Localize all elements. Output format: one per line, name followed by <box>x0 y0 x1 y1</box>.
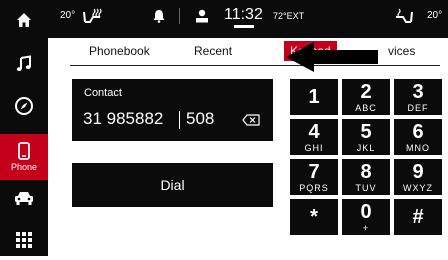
passenger-heated-seat-icon[interactable] <box>394 8 414 24</box>
key-digit: 9 <box>412 160 424 183</box>
tab-phonebook[interactable]: Phonebook <box>89 44 150 58</box>
key-letters: PQRS <box>299 182 329 193</box>
text-cursor <box>179 111 180 129</box>
key-digit: 0 <box>360 200 372 223</box>
bell-icon[interactable] <box>152 9 166 23</box>
annotation-arrow-icon <box>286 42 378 72</box>
user-profile-icon[interactable] <box>195 9 209 23</box>
key-hash[interactable]: # <box>394 199 442 235</box>
key-letters: WXYZ <box>403 182 433 193</box>
key-letters: ABC <box>355 102 377 113</box>
driver-temp: 20° <box>60 10 76 21</box>
key-digit: 3 <box>412 80 424 103</box>
key-1[interactable]: 1 <box>290 79 338 115</box>
dialed-number[interactable]: 31 985882 <box>83 109 163 129</box>
sidebar-item-music[interactable] <box>0 44 48 84</box>
key-letters: MNO <box>406 142 430 153</box>
tab-devices[interactable]: vices <box>388 44 415 58</box>
sidebar-item-apps[interactable] <box>0 220 48 260</box>
key-letters: + <box>362 222 370 233</box>
key-2[interactable]: 2 ABC <box>342 79 390 115</box>
pull-down-handle[interactable] <box>234 25 254 28</box>
contact-panel: Contact 31 985882 508 <box>72 79 273 141</box>
compass-icon <box>15 97 33 115</box>
key-5[interactable]: 5 JKL <box>342 119 390 155</box>
heated-seat-icon[interactable] <box>82 8 104 24</box>
sidebar-item-home[interactable] <box>0 0 48 40</box>
backspace-icon[interactable] <box>242 114 260 126</box>
key-digit: 2 <box>360 80 372 103</box>
sidebar-item-label: Phone <box>10 162 38 172</box>
key-8[interactable]: 8 TUV <box>342 159 390 195</box>
key-digit: # <box>412 206 424 228</box>
key-digit: 7 <box>308 160 320 183</box>
dialed-extension[interactable]: 508 <box>186 109 214 129</box>
key-letters: DEF <box>407 102 429 113</box>
key-digit: 5 <box>360 120 372 143</box>
exterior-temp: 72°EXT <box>273 11 305 21</box>
key-3[interactable]: 3 DEF <box>394 79 442 115</box>
dial-button-label: Dial <box>160 177 185 193</box>
clock-time: 11:32 <box>224 6 263 23</box>
key-0[interactable]: 0 + <box>342 199 390 235</box>
car-icon <box>15 192 33 205</box>
key-digit: 6 <box>412 120 424 143</box>
phone-icon <box>18 142 30 160</box>
key-letters: JKL <box>356 142 376 153</box>
dial-button[interactable]: Dial <box>72 163 273 207</box>
key-letters: TUV <box>355 182 377 193</box>
key-4[interactable]: 4 GHI <box>290 119 338 155</box>
grid-apps-icon <box>16 232 32 248</box>
key-star[interactable]: * <box>290 199 338 235</box>
passenger-temp: 20° <box>427 10 443 21</box>
sidebar-item-navigation[interactable] <box>0 86 48 126</box>
tab-bar: Phonebook Recent Keypad vices <box>48 38 448 66</box>
music-note-icon <box>16 55 31 72</box>
key-digit: 1 <box>308 86 320 108</box>
home-icon <box>17 13 31 27</box>
key-digit: * <box>310 206 318 228</box>
contact-label: Contact <box>84 87 122 99</box>
sidebar-item-phone[interactable]: Phone <box>0 134 48 180</box>
tab-underline <box>70 65 440 66</box>
key-9[interactable]: 9 WXYZ <box>394 159 442 195</box>
status-divider <box>179 8 180 24</box>
key-letters: GHI <box>304 142 324 153</box>
key-digit: 4 <box>308 120 320 143</box>
key-digit: 8 <box>360 160 372 183</box>
tab-recent[interactable]: Recent <box>194 44 232 58</box>
sidebar: Phone <box>0 0 48 256</box>
key-7[interactable]: 7 PQRS <box>290 159 338 195</box>
sidebar-item-vehicle[interactable] <box>0 178 48 218</box>
key-6[interactable]: 6 MNO <box>394 119 442 155</box>
status-bar: 20° 11:32 72°EXT 20° <box>48 0 448 38</box>
